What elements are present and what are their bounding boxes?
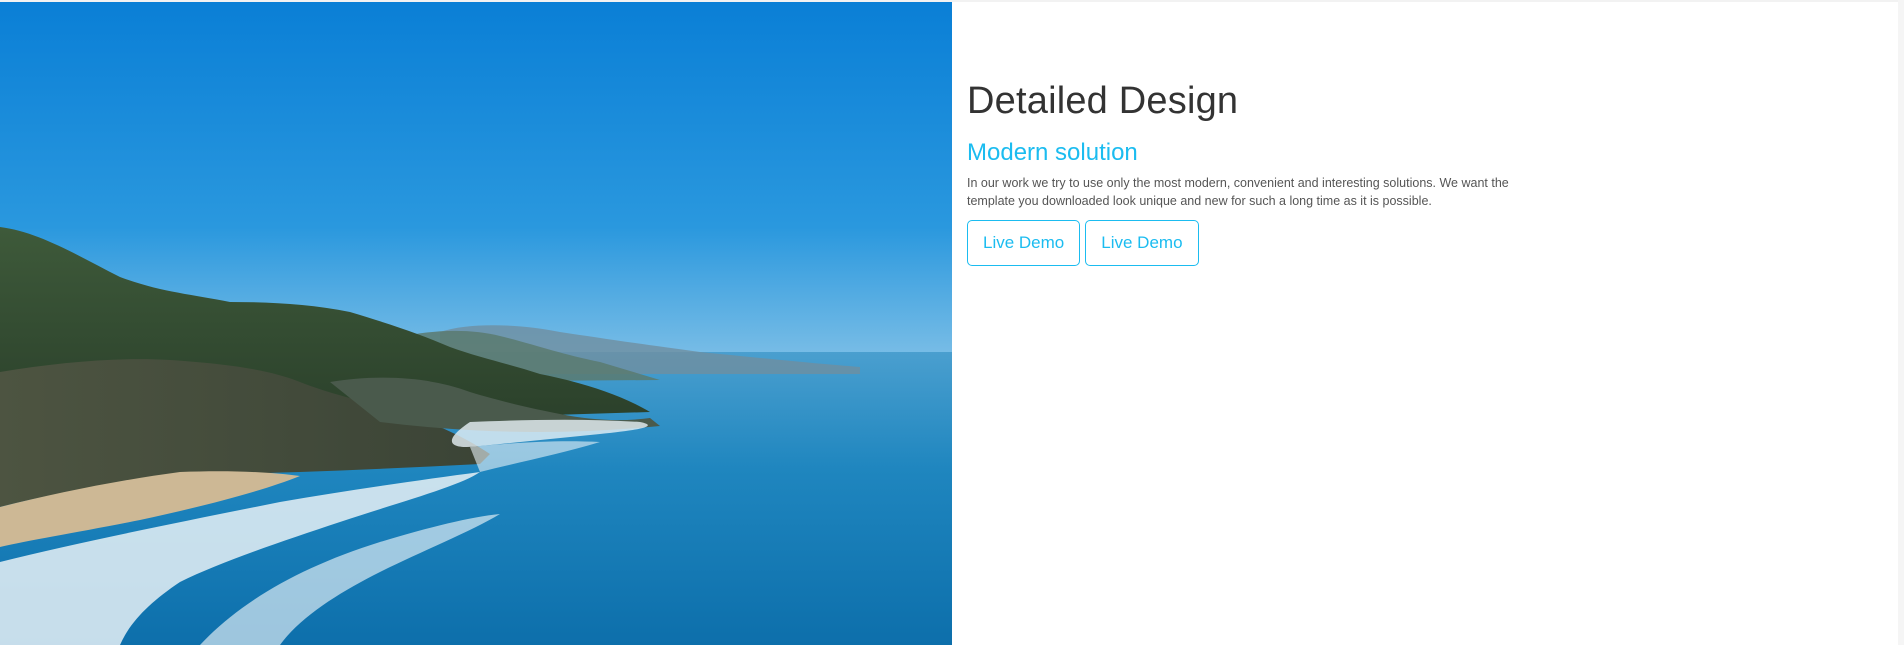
button-group: Live Demo Live Demo xyxy=(967,220,1527,266)
live-demo-button[interactable]: Live Demo xyxy=(967,220,1081,266)
description-text: In our work we try to use only the most … xyxy=(967,176,1509,208)
subtitle: Modern solution xyxy=(967,139,1138,166)
live-demo-button-secondary[interactable]: Live Demo xyxy=(1085,220,1199,266)
hero-image xyxy=(0,2,952,645)
feature-content: Detailed Design Modern solution In our w… xyxy=(967,78,1527,266)
page-title: Detailed Design xyxy=(967,80,1239,122)
scrollbar[interactable] xyxy=(1898,0,1904,645)
